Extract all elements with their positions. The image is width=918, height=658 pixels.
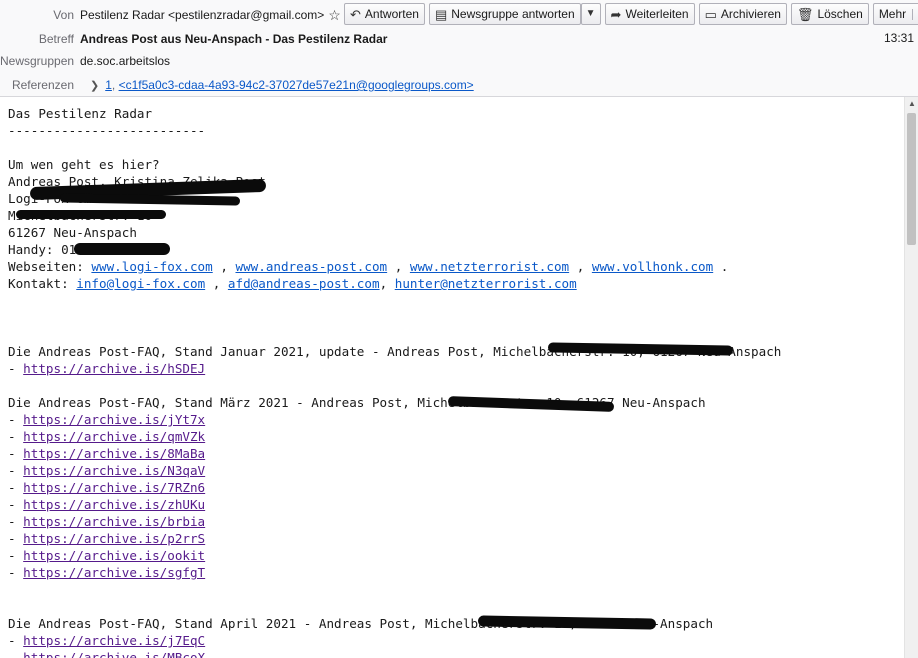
archive-link[interactable]: https://archive.is/qmVZk	[23, 429, 205, 444]
archive-link[interactable]: https://archive.is/j7EqC	[23, 633, 205, 648]
archive-link-row: - https://archive.is/MBcoX	[8, 649, 905, 658]
body-city: 61267 Neu-Anspach	[8, 225, 137, 240]
archive-link-row: - https://archive.is/N3qaV	[8, 463, 206, 478]
reference-index-link[interactable]: 1	[105, 78, 112, 92]
contact-label: Kontakt:	[8, 276, 77, 291]
reply-button[interactable]: ↶ Antworten	[344, 3, 425, 25]
email-link[interactable]: hunter@netzterrorist.com	[395, 276, 577, 291]
archive-link[interactable]: https://archive.is/hSDEJ	[23, 361, 205, 376]
archive-link-row: - https://archive.is/qmVZk	[8, 429, 206, 444]
body-question: Um wen geht es hier?	[8, 157, 160, 172]
archive-link[interactable]: https://archive.is/sgfgT	[23, 565, 205, 580]
from-value[interactable]: Pestilenz Radar <pestilenzradar@gmail.co…	[80, 8, 324, 22]
archive-link-row: - https://archive.is/ookit	[8, 548, 206, 563]
forward-icon: ➦	[610, 6, 622, 22]
archive-link-row: - https://archive.is/sgfgT	[8, 565, 206, 580]
references-label: Referenzen	[11, 78, 74, 92]
archive-link[interactable]: https://archive.is/zhUKu	[23, 497, 205, 512]
archive-link[interactable]: https://archive.is/brbia	[23, 514, 205, 529]
reference-link[interactable]: <c1f5a0c3-cdaa-4a93-94c2-37027de57e21n@g…	[119, 78, 474, 92]
delete-button[interactable]: 🗑 Löschen	[790, 3, 869, 25]
websites-label: Webseiten:	[8, 259, 92, 274]
reply-icon: ↶	[350, 6, 361, 22]
newsgroup-icon: ▤	[434, 6, 448, 22]
message-time: 13:31	[883, 31, 914, 45]
subject-label: Betreff	[38, 32, 74, 46]
scroll-up-icon[interactable]: ▲	[908, 99, 916, 108]
archive-link-row: - https://archive.is/p2rrS	[8, 531, 206, 546]
email-link[interactable]: afd@andreas-post.com	[228, 276, 380, 291]
from-row: Von Pestilenz Radar <pestilenzradar@gmai…	[0, 4, 341, 26]
faq-apr-heading: Die Andreas Post-FAQ, Stand April 2021 -…	[8, 616, 714, 631]
archive-link[interactable]: https://archive.is/MBcoX	[23, 650, 205, 658]
newsgroups-label: Newsgruppen	[0, 54, 75, 68]
more-button[interactable]: Mehr ▼	[872, 3, 918, 25]
archive-button[interactable]: ▭ Archivieren	[698, 3, 787, 25]
archive-link-row: - https://archive.is/j7EqC	[8, 633, 206, 648]
chevron-right-icon[interactable]: ❯	[90, 79, 99, 92]
website-link[interactable]: www.vollhonk.com	[592, 259, 713, 274]
star-icon[interactable]: ☆	[328, 7, 341, 24]
message-body: Das Pestilenz Radar --------------------…	[0, 97, 905, 658]
archive-link[interactable]: https://archive.is/8MaBa	[23, 446, 205, 461]
newsgroups-row: Newsgruppen de.soc.arbeitslos	[0, 50, 170, 72]
delete-label: Löschen	[817, 7, 863, 21]
redaction-mark	[16, 210, 166, 219]
archive-link-row: - https://archive.is/jYt7x	[8, 412, 206, 427]
body-contact: Kontakt: info@logi-fox.com , afd@andreas…	[8, 276, 577, 291]
archive-link[interactable]: https://archive.is/N3qaV	[23, 463, 205, 478]
redaction-mark	[74, 243, 170, 255]
reply-newsgroup-label: Newsgruppe antworten	[451, 7, 575, 21]
from-label: Von	[53, 8, 74, 22]
forward-button[interactable]: ➦ Weiterleiten	[604, 3, 695, 25]
chevron-down-icon: ▼	[585, 8, 596, 19]
archive-label: Archivieren	[720, 7, 781, 21]
reply-label: Antworten	[364, 7, 419, 21]
body-title: Das Pestilenz Radar	[8, 106, 153, 121]
more-label: Mehr	[878, 7, 907, 21]
archive-link-row: - https://archive.is/zhUKu	[8, 497, 206, 512]
body-websites: Webseiten: www.logi-fox.com , www.andrea…	[8, 259, 729, 274]
archive-link-row: - https://archive.is/7RZn6	[8, 480, 206, 495]
body-rule: --------------------------	[8, 123, 206, 138]
reply-dropdown-button[interactable]: ▼	[580, 3, 601, 25]
references-row: Referenzen ❯ 1, <c1f5a0c3-cdaa-4a93-94c2…	[0, 74, 474, 96]
vertical-scrollbar[interactable]: ▲	[904, 97, 918, 658]
newsgroups-value[interactable]: de.soc.arbeitslos	[80, 54, 170, 68]
archive-link[interactable]: https://archive.is/p2rrS	[23, 531, 205, 546]
email-link[interactable]: info@logi-fox.com	[76, 276, 205, 291]
faq-apr-links: - https://archive.is/j7EqC - https://arch…	[8, 632, 905, 658]
subject-value: Andreas Post aus Neu-Anspach - Das Pesti…	[80, 32, 388, 46]
chevron-down-icon: ▼	[912, 8, 918, 20]
website-link[interactable]: www.netzterrorist.com	[410, 259, 569, 274]
archive-link[interactable]: https://archive.is/jYt7x	[23, 412, 205, 427]
archive-link[interactable]: https://archive.is/ookit	[23, 548, 205, 563]
message-header: Von Pestilenz Radar <pestilenzradar@gmai…	[0, 0, 918, 97]
faq-jan-links: - https://archive.is/hSDEJ	[8, 360, 905, 377]
archive-link[interactable]: https://archive.is/7RZn6	[23, 480, 205, 495]
scrollbar-thumb[interactable]	[907, 113, 916, 245]
subject-row: Betreff Andreas Post aus Neu-Anspach - D…	[0, 28, 388, 50]
archive-link-row: - https://archive.is/brbia	[8, 514, 206, 529]
faq-jan-heading: Die Andreas Post-FAQ, Stand Januar 2021,…	[8, 344, 782, 359]
forward-label: Weiterleiten	[625, 7, 689, 21]
website-link[interactable]: www.logi-fox.com	[91, 259, 212, 274]
faq-mar-links: - https://archive.is/jYt7x - https://arch…	[8, 411, 905, 581]
website-link[interactable]: www.andreas-post.com	[235, 259, 387, 274]
trash-icon: 🗑	[796, 6, 814, 22]
archive-link-row: - https://archive.is/8MaBa	[8, 446, 206, 461]
archive-link-row: - https://archive.is/hSDEJ	[8, 361, 206, 376]
reply-newsgroup-button[interactable]: ▤ Newsgruppe antworten	[428, 3, 581, 25]
archive-icon: ▭	[704, 6, 717, 22]
message-toolbar: ↶ Antworten ▤ Newsgruppe antworten ▼ ➦ W…	[344, 3, 918, 25]
